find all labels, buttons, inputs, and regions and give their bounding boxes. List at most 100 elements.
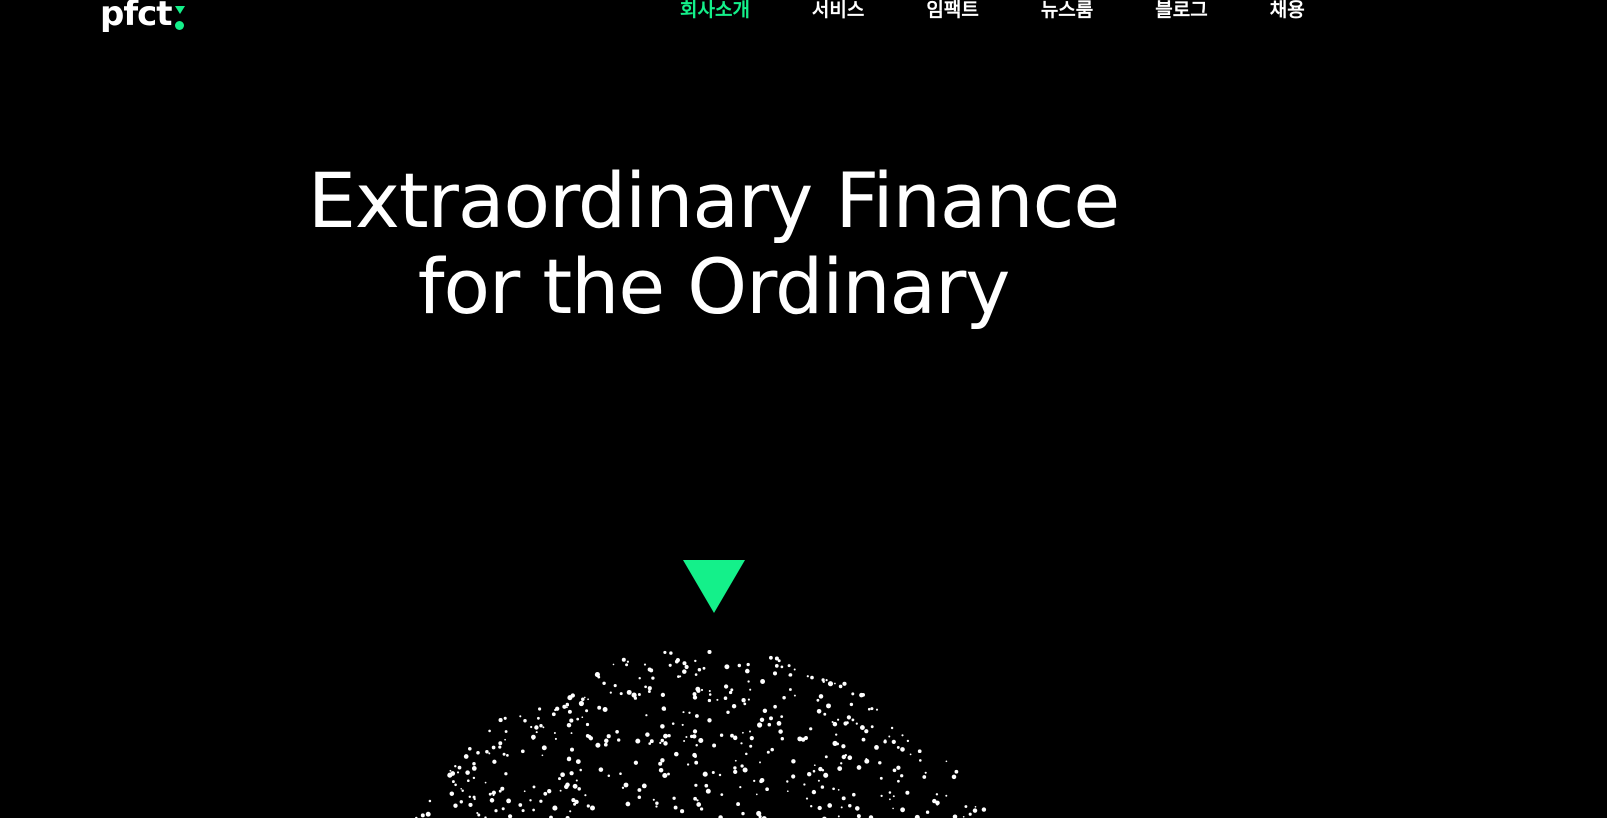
globe-particle: [859, 725, 865, 731]
globe-particle: [647, 686, 652, 691]
nav-item-newsroom[interactable]: 뉴스룸: [1041, 0, 1093, 20]
globe-particle: [662, 772, 668, 779]
globe-particle: [935, 793, 939, 796]
pfct-logo[interactable]: pfct: [100, 0, 185, 36]
globe-particle: [896, 745, 900, 749]
globe-particle: [823, 712, 827, 716]
nav-item-about[interactable]: 회사소개: [680, 0, 750, 20]
globe-particle: [817, 779, 820, 782]
globe-particle: [459, 800, 463, 804]
globe-particle: [547, 789, 552, 794]
globe-particle: [837, 766, 843, 771]
globe-particle: [741, 698, 746, 703]
globe-particle: [518, 803, 523, 807]
globe-particle: [523, 790, 526, 793]
globe-particle: [981, 807, 987, 812]
globe-particle: [613, 684, 617, 688]
globe-particle: [449, 791, 455, 796]
particle-globe: [415, 650, 987, 818]
globe-particle: [575, 759, 581, 764]
globe-particle: [682, 661, 687, 666]
globe-particle: [816, 698, 820, 702]
globe-particle: [774, 656, 779, 661]
globe-particle: [588, 736, 594, 741]
globe-particle: [809, 727, 813, 731]
globe-particle: [661, 706, 667, 711]
globe-particle: [647, 690, 651, 693]
globe-particle: [767, 722, 772, 727]
globe-particle: [506, 798, 511, 804]
globe-particle: [673, 805, 678, 810]
globe-particle: [954, 769, 959, 774]
globe-particle: [851, 718, 855, 722]
globe-particle: [500, 786, 505, 791]
globe-particle: [823, 772, 829, 778]
globe-particle: [692, 729, 698, 734]
globe-particle: [659, 741, 662, 745]
globe-particle: [566, 722, 572, 728]
nav-item-services[interactable]: 서비스: [812, 0, 864, 20]
globe-particle: [694, 783, 698, 787]
globe-particle: [909, 753, 912, 756]
globe-particle: [538, 707, 542, 711]
globe-particle: [647, 667, 652, 672]
globe-particle: [820, 785, 825, 789]
triangle-down-icon[interactable]: [683, 560, 745, 613]
globe-particle: [945, 760, 948, 763]
globe-particle: [766, 750, 770, 754]
globe-particle: [491, 745, 496, 750]
globe-particle: [660, 692, 666, 698]
globe-particle: [679, 675, 682, 678]
globe-particle: [523, 718, 527, 723]
globe-particle: [906, 739, 910, 743]
logo-mark-icon: [174, 6, 185, 30]
globe-particle: [604, 738, 609, 744]
globe-particle: [741, 811, 745, 816]
globe-particle: [567, 695, 573, 701]
globe-particle: [693, 796, 697, 801]
globe-particle: [824, 755, 828, 759]
globe-particle: [466, 779, 470, 783]
globe-particle: [468, 802, 473, 807]
globe-particle: [708, 693, 712, 696]
nav-item-careers[interactable]: 채용: [1270, 0, 1305, 20]
globe-particle: [880, 794, 883, 798]
globe-particle: [682, 711, 685, 714]
globe-particle: [504, 772, 508, 776]
globe-particle: [755, 793, 758, 796]
globe-particle: [535, 731, 538, 734]
globe-particle: [569, 718, 574, 723]
globe-particle: [521, 809, 525, 813]
globe-particle: [468, 747, 472, 751]
globe-particle: [846, 715, 852, 720]
nav-item-blog[interactable]: 블로그: [1155, 0, 1207, 20]
globe-particle: [878, 761, 882, 765]
globe-particle: [811, 789, 817, 795]
globe-particle: [697, 667, 702, 672]
globe-particle: [581, 716, 584, 719]
globe-particle: [570, 732, 573, 735]
globe-particle: [625, 801, 631, 807]
globe-particle: [572, 783, 578, 789]
nav-item-impact[interactable]: 임팩트: [926, 0, 978, 20]
globe-particle: [816, 709, 822, 714]
globe-particle: [456, 771, 460, 774]
globe-particle: [607, 774, 611, 778]
globe-particle: [883, 740, 887, 744]
globe-particle: [450, 771, 456, 776]
globe-particle: [847, 755, 853, 761]
globe-particle: [698, 738, 704, 743]
globe-particle: [849, 702, 854, 707]
globe-particle: [726, 710, 730, 714]
globe-particle: [567, 704, 570, 707]
globe-particle: [660, 738, 665, 743]
globe-particle: [476, 751, 480, 755]
globe-particle: [668, 663, 672, 667]
globe-particle: [832, 787, 835, 791]
globe-particle: [733, 735, 738, 740]
globe-particle: [460, 787, 463, 790]
globe-particle: [626, 689, 632, 695]
globe-particle: [888, 791, 892, 794]
globe-particle: [746, 662, 750, 667]
globe-particle: [707, 718, 712, 723]
